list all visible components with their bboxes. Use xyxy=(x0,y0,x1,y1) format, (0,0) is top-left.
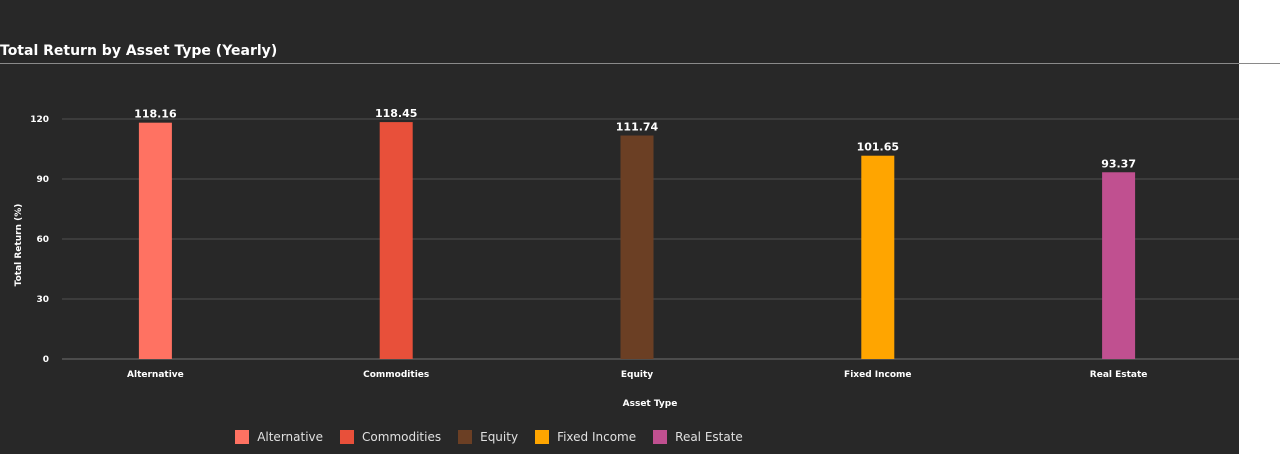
legend-swatch xyxy=(535,430,550,444)
legend-item[interactable]: Commodities xyxy=(340,430,441,444)
legend-swatch xyxy=(653,430,668,444)
legend-label: Equity xyxy=(480,430,519,444)
bars: 118.16 118.45 111.74 101.65 93.37 xyxy=(134,107,1136,360)
legend-item[interactable]: Equity xyxy=(458,430,518,444)
bar-value-label: 118.45 xyxy=(375,107,417,120)
legend-label: Real Estate xyxy=(675,430,743,444)
bar xyxy=(861,155,895,359)
legend-swatch xyxy=(458,430,473,444)
y-tick-label: 60 xyxy=(36,235,49,245)
legend-swatch xyxy=(235,430,250,444)
bar-value-label: 111.74 xyxy=(616,121,659,134)
bar xyxy=(1102,172,1136,359)
y-tick-label: 0 xyxy=(43,355,49,365)
bar xyxy=(620,135,654,359)
chart-legend: Alternative Commodities Equity Fixed Income… xyxy=(0,430,978,444)
x-tick-label: Fixed Income xyxy=(844,370,911,380)
legend-swatch xyxy=(340,430,355,444)
bar xyxy=(138,122,172,360)
y-tick-label: 120 xyxy=(30,115,49,125)
legend-item[interactable]: Real Estate xyxy=(653,430,743,444)
x-tick-label: Commodities xyxy=(363,370,429,380)
x-tick-label: Equity xyxy=(621,370,653,380)
bar-value-label: 118.16 xyxy=(134,108,177,121)
bar-value-label: 93.37 xyxy=(1101,157,1136,170)
x-axis-label: Asset Type xyxy=(623,399,678,409)
x-axis-ticks: Alternative Commodities Equity Fixed Income… xyxy=(127,370,1147,380)
y-axis-label: Total Return (%) xyxy=(14,204,24,287)
x-tick-label: Alternative xyxy=(127,370,184,380)
y-axis-ticks: 0 30 60 90 120 xyxy=(30,115,49,365)
y-tick-label: 90 xyxy=(36,175,49,185)
x-tick-label: Real Estate xyxy=(1090,370,1148,380)
bar-chart: 0 30 60 90 120 118.16 118.45 111.74 101.65 93.37… xyxy=(14,107,1239,409)
legend-label: Alternative xyxy=(257,430,324,444)
legend-item[interactable]: Alternative xyxy=(235,430,323,444)
legend-label: Commodities xyxy=(362,430,442,444)
bar-value-label: 101.65 xyxy=(857,141,899,154)
legend-item[interactable]: Fixed Income xyxy=(535,430,636,444)
y-tick-label: 30 xyxy=(36,295,49,305)
bar xyxy=(379,122,413,359)
legend-label: Fixed Income xyxy=(557,430,637,444)
